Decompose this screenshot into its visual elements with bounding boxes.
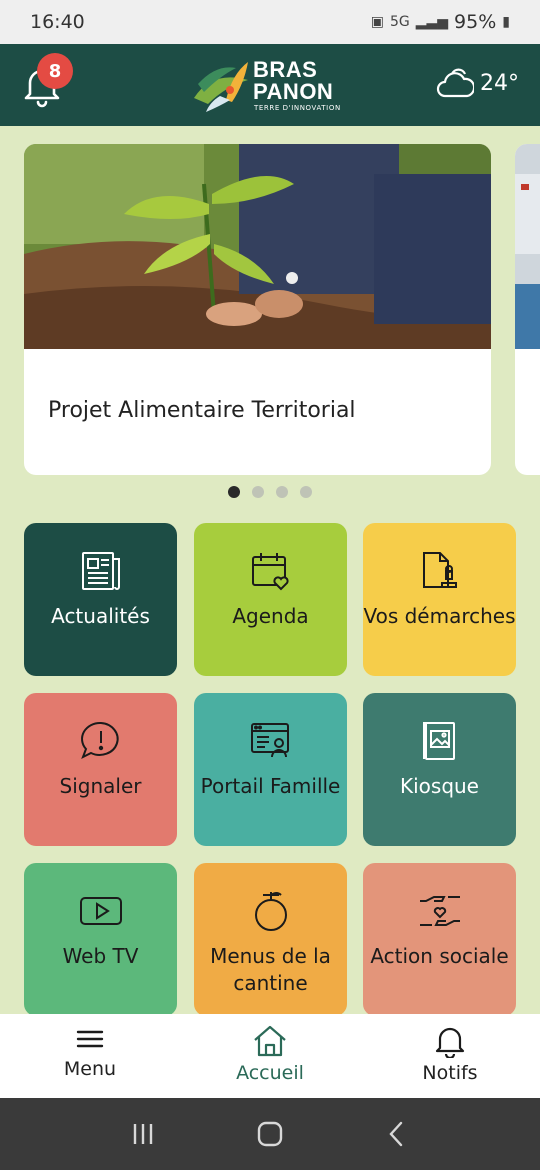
status-time: 16:40: [30, 11, 85, 33]
tile-actualites[interactable]: Actualités: [24, 523, 177, 676]
nav-menu[interactable]: Menu: [0, 1014, 180, 1098]
sim-icon: ▣: [370, 14, 384, 30]
document-stamp-icon: [422, 552, 457, 588]
news-carousel[interactable]: Projet Alimentaire Territorial: [0, 126, 540, 512]
newspaper-icon: [81, 552, 120, 590]
nav-notifs-label: Notifs: [422, 1062, 478, 1084]
carousel-next-photo: [515, 144, 540, 349]
tile-label: Web TV: [62, 944, 139, 968]
back-icon[interactable]: [384, 1121, 410, 1147]
fruit-icon: [254, 892, 287, 931]
logo-emblem-icon: [194, 62, 248, 112]
tile-menus-cantine[interactable]: Menus de la cantine: [194, 863, 347, 1016]
tile-label: Menus de la cantine: [210, 944, 331, 995]
status-bar: 16:40 ▣ 5G ▂▃▅ 95% ▮: [0, 0, 540, 44]
logo-line-1: BRAS: [253, 57, 318, 82]
tile-web-tv[interactable]: Web TV: [24, 863, 177, 1016]
tile-portail-famille[interactable]: Portail Famille: [194, 693, 347, 846]
alert-bubble-icon: [80, 721, 119, 760]
home-icon: [254, 1025, 286, 1057]
weather-temperature: 24°: [480, 70, 519, 96]
battery-label: 95%: [454, 11, 497, 33]
nav-accueil-label: Accueil: [236, 1062, 304, 1084]
carousel-title: Projet Alimentaire Territorial: [48, 398, 356, 423]
home-button-icon[interactable]: [257, 1121, 283, 1147]
play-icon: [79, 897, 122, 925]
tile-label: Signaler: [59, 774, 142, 798]
recent-apps-icon[interactable]: [130, 1121, 156, 1147]
signal-icon: ▂▃▅: [415, 14, 449, 30]
carousel-dot[interactable]: [300, 486, 312, 498]
tile-signaler[interactable]: Signaler: [24, 693, 177, 846]
magazine-icon: [422, 722, 455, 760]
tile-label: Portail Famille: [200, 774, 341, 798]
battery-icon: ▮: [502, 14, 510, 30]
notification-badge: 8: [37, 53, 73, 89]
tile-kiosque[interactable]: Kiosque: [363, 693, 516, 846]
carousel-indicator: [228, 486, 312, 498]
bell-icon: [435, 1027, 465, 1058]
carousel-dot[interactable]: [276, 486, 288, 498]
tile-label: Agenda: [232, 604, 309, 628]
carousel-photo: [24, 144, 491, 349]
carousel-dot[interactable]: [228, 486, 240, 498]
status-icons: ▣ 5G ▂▃▅ 95% ▮: [371, 11, 510, 33]
carousel-card[interactable]: Projet Alimentaire Territorial: [24, 144, 491, 475]
hamburger-icon: [76, 1030, 104, 1048]
carousel-dot[interactable]: [252, 486, 264, 498]
app-logo: BRAS PANON TERRE D'INNOVATION: [190, 56, 350, 114]
carousel-next-card[interactable]: [515, 144, 540, 475]
tile-label: Kiosque: [399, 774, 479, 798]
system-navigation-bar: [0, 1098, 540, 1170]
weather-widget[interactable]: 24°: [436, 66, 519, 100]
network-label: 5G: [389, 14, 410, 30]
tile-action-sociale[interactable]: Action sociale: [363, 863, 516, 1016]
logo-line-2: PANON: [253, 79, 334, 104]
logo-tagline: TERRE D'INNOVATION: [254, 104, 341, 112]
nav-accueil[interactable]: Accueil: [180, 1014, 360, 1098]
tile-vos-demarches[interactable]: Vos démarches: [363, 523, 516, 676]
calendar-heart-icon: [251, 553, 289, 591]
app-header: 8 BRAS PANON TERRE D'INNOVATION 24°: [0, 44, 540, 126]
cloud-icon: [436, 68, 474, 98]
tile-agenda[interactable]: Agenda: [194, 523, 347, 676]
family-portal-icon: [250, 723, 289, 758]
tile-label: Action sociale: [370, 944, 509, 968]
hands-heart-icon: [419, 896, 460, 926]
tile-label: Actualités: [51, 604, 150, 628]
nav-menu-label: Menu: [63, 1058, 117, 1080]
tile-label: Vos démarches: [363, 604, 516, 628]
bottom-navigation: Menu Accueil Notifs: [0, 1014, 540, 1098]
nav-notifs[interactable]: Notifs: [360, 1014, 540, 1098]
